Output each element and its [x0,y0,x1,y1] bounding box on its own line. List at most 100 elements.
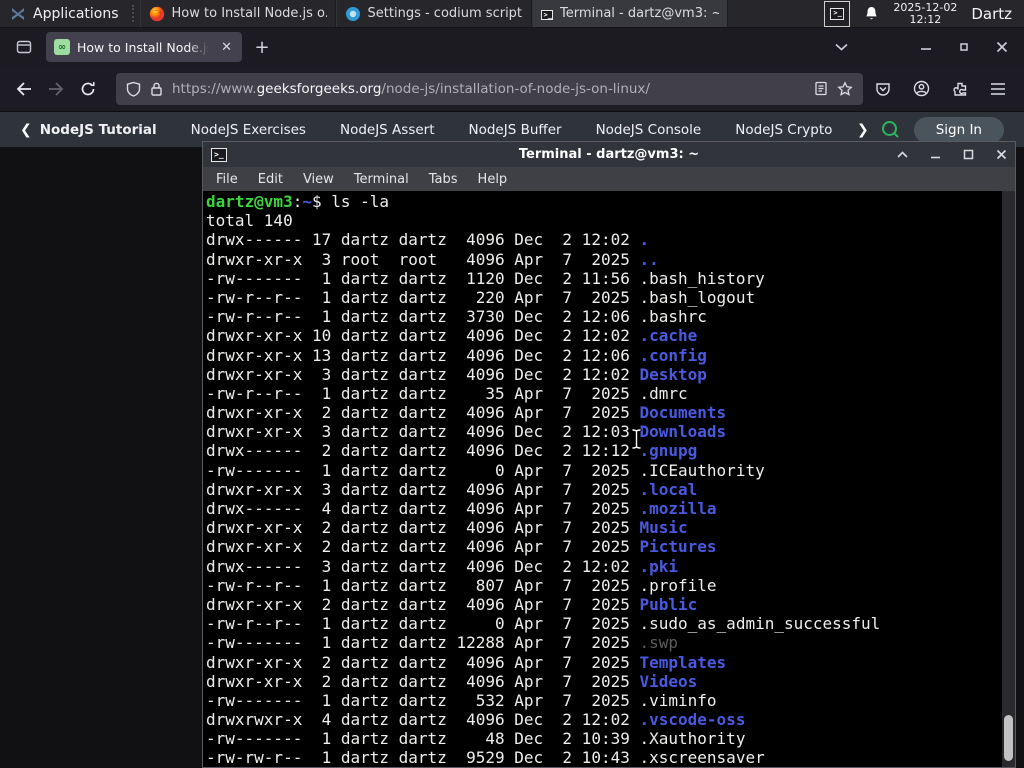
nav-scroll-right-icon[interactable]: ❯ [851,122,875,138]
terminal-listing-line: -rw------- 1 dartz dartz 12288 Apr 7 202… [206,633,679,653]
tab-close-icon[interactable]: ✕ [219,40,234,55]
terminal-scrollbar[interactable] [1002,191,1015,767]
notification-bell-icon[interactable] [864,6,879,22]
window-button[interactable]: >_ Terminal - dartz@vm3: ~ [531,0,728,27]
terminal-listing-line: drwxrwxr-x 4 dartz dartz 4096 Dec 2 12:0… [206,710,746,730]
terminal-window-controls [897,149,1007,160]
terminal-listing-line: -rw-r--r-- 1 dartz dartz 35 Apr 7 2025 .… [206,383,688,403]
window-button-label: Settings - codium script... [367,6,523,21]
sign-in-button[interactable]: Sign In [913,116,1004,143]
terminal-menu-view[interactable]: View [294,170,343,189]
shield-icon[interactable] [126,81,141,97]
terminal-listing-line: drwxr-xr-x 2 dartz dartz 4096 Apr 7 2025… [206,594,698,614]
terminal-listing-line: drwx------ 4 dartz dartz 4096 Apr 7 2025… [206,499,717,518]
terminal-listing-line: -rw-r--r-- 1 dartz dartz 0 Apr 7 2025 .s… [206,614,881,634]
terminal-titlebar[interactable]: >_ Terminal - dartz@vm3: ~ [203,142,1015,167]
terminal-listing-line: drwxr-xr-x 2 dartz dartz 4096 Apr 7 2025… [206,403,727,423]
terminal-prompt-line: dartz@vm3:~$ ls -la [206,192,390,211]
applications-label: Applications [33,5,119,22]
nav-item-list: NodeJS Tutorial NodeJS Exercises NodeJS As… [40,122,851,138]
terminal-menu-tabs[interactable]: Tabs [420,170,467,189]
new-tab-button[interactable]: + [248,33,276,61]
window-button-label: How to Install Node.js o... [171,6,327,21]
terminal-listing-line: drwxr-xr-x 2 dartz dartz 4096 Apr 7 2025… [206,537,717,557]
back-icon[interactable] [8,73,40,105]
bookmark-star-icon[interactable] [837,80,853,97]
url-text: https://www.geeksforgeeks.org/node-js/in… [172,80,650,97]
minimize-icon[interactable] [930,150,941,159]
minimize-icon[interactable] [920,41,932,53]
top-panel: Applications How to Install Node.js o...… [0,0,1024,28]
firefox-icon [149,6,165,22]
lock-icon[interactable] [150,81,163,97]
terminal-output: dartz@vm3:~$ ls -la total 140 drwx------ 1… [206,192,999,767]
terminal-icon: >_ [540,6,553,21]
terminal-listing-line: drwxr-xr-x 3 dartz dartz 4096 Dec 2 12:0… [206,364,707,384]
terminal-title: Terminal - dartz@vm3: ~ [518,147,700,162]
account-icon[interactable] [913,80,930,97]
terminal-listing-line: -rw-r--r-- 1 dartz dartz 807 Apr 7 2025 … [206,575,717,595]
terminal-content[interactable]: dartz@vm3:~$ ls -la total 140 drwx------ 1… [203,191,1015,767]
terminal-listing-line: drwx------ 3 dartz dartz 4096 Dec 2 12:0… [206,556,679,576]
terminal-listing-line: drwxr-xr-x 3 root root 4096 Apr 7 2025 .… [206,249,659,269]
terminal-listing-line: -rw------- 1 dartz dartz 532 Apr 7 2025 … [206,690,717,710]
nav-item[interactable]: NodeJS Exercises [191,122,306,138]
window-controls [835,41,1024,53]
url-bar[interactable]: https://www.geeksforgeeks.org/node-js/in… [116,72,863,105]
terminal-listing-line: drwxr-xr-x 2 dartz dartz 4096 Apr 7 2025… [206,518,688,538]
window-button[interactable]: Settings - codium script... [335,0,532,27]
browser-tab[interactable]: ∞ How to Install Node.js o ✕ [46,32,242,62]
terminal-listing-line: -rw------- 1 dartz dartz 0 Apr 7 2025 .I… [206,460,765,480]
window-button-list: How to Install Node.js o... Settings - co… [139,0,728,27]
terminal-tray-icon[interactable]: >_ [824,0,851,27]
applications-icon [10,6,26,22]
nav-item[interactable]: NodeJS Console [596,122,702,138]
panel-clock[interactable]: 2025-12-02 12:12 [893,0,958,26]
reload-icon[interactable] [72,73,104,105]
shade-icon[interactable] [897,151,908,158]
applications-menu[interactable]: Applications [0,0,129,27]
firefox-toolbar: https://www.geeksforgeeks.org/node-js/in… [0,66,1024,112]
pocket-icon[interactable] [875,81,891,97]
nav-item[interactable]: NodeJS Buffer [469,122,562,138]
terminal-total-line: total 140 [206,211,293,231]
search-icon[interactable] [881,120,900,139]
firefox-view-icon[interactable] [8,33,40,61]
terminal-menu-file[interactable]: File [207,170,247,189]
clock-date: 2025-12-02 [893,0,958,14]
forward-icon[interactable] [40,73,72,105]
list-tabs-chevron-icon[interactable] [835,43,848,51]
nav-item[interactable]: NodeJS Crypto [735,122,832,138]
maximize-icon[interactable] [958,41,970,53]
panel-separator [131,5,137,22]
terminal-listing-line: drwxr-xr-x 3 dartz dartz 4096 Apr 7 2025… [206,479,698,499]
scrollbar-thumb[interactable] [1004,715,1013,761]
menu-hamburger-icon[interactable] [990,82,1006,96]
nav-scroll-left-icon[interactable]: ❮ [14,122,38,138]
close-icon[interactable] [996,149,1007,160]
terminal-listing-line: drwxr-xr-x 2 dartz dartz 4096 Apr 7 2025… [206,671,698,691]
terminal-listing-line: -rw------- 1 dartz dartz 1120 Dec 2 11:5… [206,268,765,288]
close-icon[interactable] [996,41,1008,53]
terminal-listing-line: -rw-r--r-- 1 dartz dartz 3730 Dec 2 12:0… [206,307,707,327]
nav-item[interactable]: NodeJS Tutorial [40,122,157,138]
terminal-menubar: File Edit View Terminal Tabs Help [203,167,1015,191]
maximize-icon[interactable] [963,149,974,160]
terminal-menu-help[interactable]: Help [469,170,517,189]
terminal-listing-line: drwxr-xr-x 3 dartz dartz 4096 Dec 2 12:0… [206,422,727,442]
terminal-listing-line: -rw-rw-r-- 1 dartz dartz 9529 Dec 2 10:4… [206,748,765,767]
nav-item[interactable]: NodeJS Assert [340,122,435,138]
terminal-icon: >_ [830,7,845,20]
terminal-listing-line: -rw-r--r-- 1 dartz dartz 220 Apr 7 2025 … [206,287,756,307]
codium-icon [345,6,361,22]
toolbar-actions [873,80,1016,97]
extensions-icon[interactable] [952,81,968,97]
window-button[interactable]: How to Install Node.js o... [139,0,336,27]
terminal-listing-line: -rw------- 1 dartz dartz 48 Dec 2 10:39 … [206,729,746,749]
reader-mode-icon[interactable] [814,81,828,96]
terminal-window: >_ Terminal - dartz@vm3: ~ File Edit View T… [202,141,1016,768]
panel-tray: >_ 2025-12-02 12:12 Dartz [824,0,1024,27]
terminal-listing-line: drwx------ 2 dartz dartz 4096 Dec 2 12:1… [206,441,698,461]
terminal-menu-terminal[interactable]: Terminal [345,170,418,189]
terminal-menu-edit[interactable]: Edit [249,170,292,189]
